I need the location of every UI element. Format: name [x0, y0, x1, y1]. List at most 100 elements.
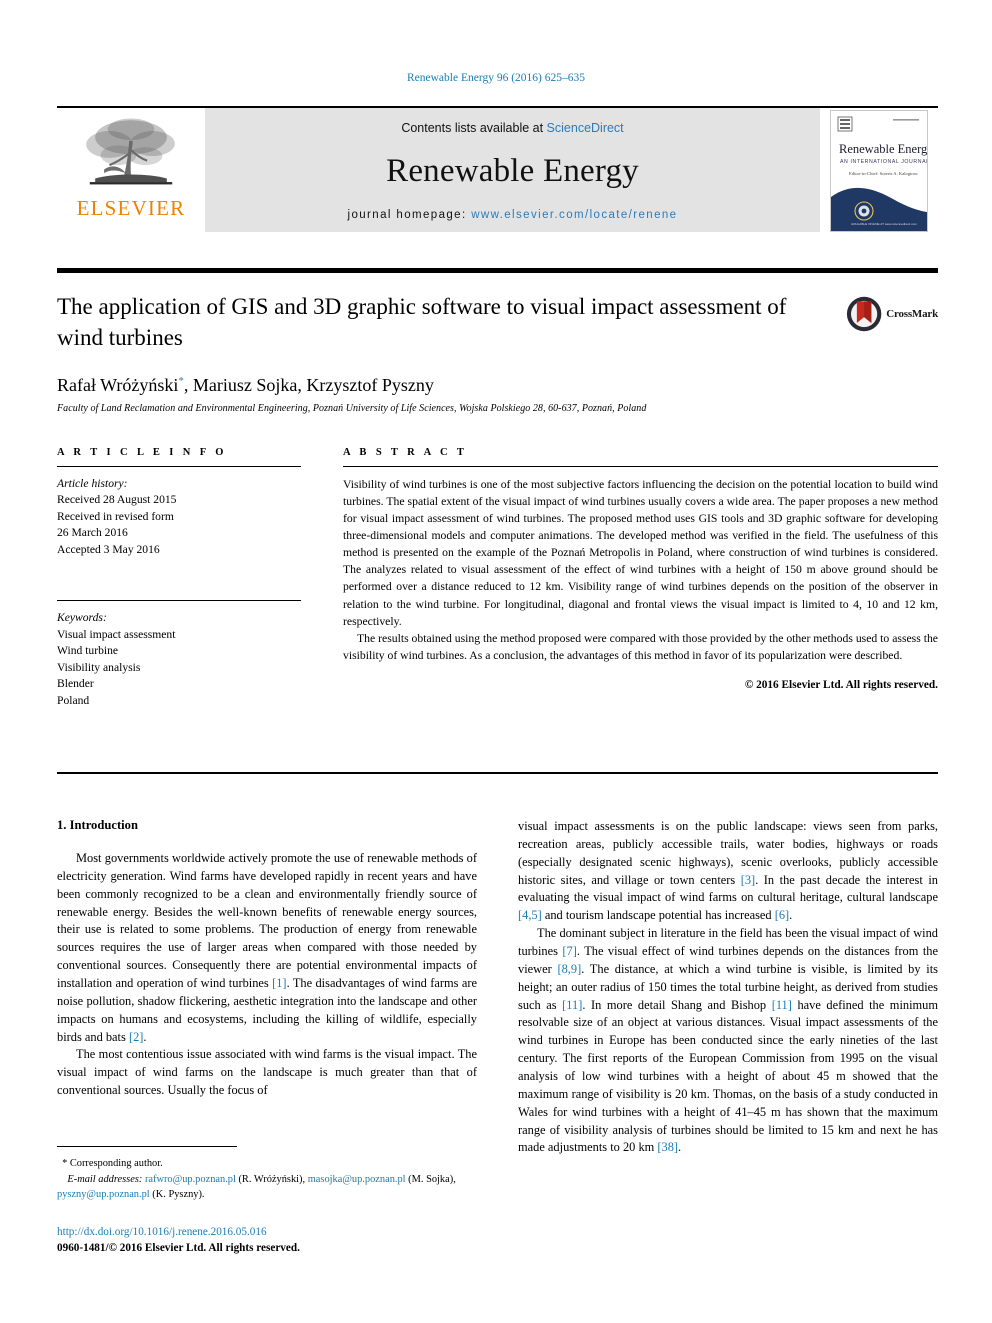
citation-link[interactable]: [11]	[562, 998, 582, 1012]
title-block: The application of GIS and 3D graphic so…	[57, 292, 938, 414]
corresponding-author-note: * Corresponding author.	[57, 1156, 482, 1172]
citation-link[interactable]: [11]	[772, 998, 792, 1012]
issn-copyright-line: 0960-1481/© 2016 Elsevier Ltd. All right…	[57, 1242, 300, 1255]
keyword-item: Wind turbine	[57, 644, 119, 658]
running-head: Renewable Energy 96 (2016) 625–635	[407, 72, 585, 84]
asterisk-icon: *	[62, 1158, 68, 1169]
body-column-gap	[477, 818, 518, 1157]
article-history: Article history: Received 28 August 2015…	[57, 476, 301, 558]
article-info-heading: A R T I C L E I N F O	[57, 447, 227, 458]
keywords-block: Keywords: Visual impact assessment Wind …	[57, 610, 301, 709]
keywords-rule	[57, 600, 301, 602]
intro-left-text: Most governments worldwide actively prom…	[57, 850, 477, 1100]
svg-text:AN INTERNATIONAL JOURNAL: AN INTERNATIONAL JOURNAL	[840, 159, 927, 165]
cover-elsevier-mark	[837, 116, 853, 132]
email-owner: (K. Pyszny).	[149, 1189, 205, 1201]
abstract-paragraph: Visibility of wind turbines is one of th…	[343, 478, 938, 628]
text-run: Most governments worldwide actively prom…	[57, 851, 477, 991]
abstract-column: A B S T R A C T Visibility of wind turbi…	[343, 447, 938, 709]
info-abstract-region: A R T I C L E I N F O Article history: R…	[57, 447, 938, 709]
text-run: have defined the minimum resolvable size…	[518, 997, 938, 1155]
paragraph: The most contentious issue associated wi…	[57, 1047, 477, 1098]
paper-page: Renewable Energy 96 (2016) 625–635 ELSEV…	[0, 0, 992, 1323]
corresponding-author-label: Corresponding author.	[69, 1158, 163, 1169]
body-right-column: visual impact assessments is on the publ…	[518, 818, 938, 1157]
citation-link[interactable]: [7]	[562, 944, 576, 958]
body-left-column: 1. Introduction Most governments worldwi…	[57, 818, 477, 1157]
email-link[interactable]: pyszny@up.poznan.pl	[57, 1189, 150, 1200]
crossmark-label: CrossMark	[886, 308, 938, 320]
journal-cover-wrap: Renewable Energy AN INTERNATIONAL JOURNA…	[820, 108, 938, 232]
citation-link[interactable]: [8,9]	[557, 962, 581, 976]
keyword-item: Visibility analysis	[57, 660, 141, 674]
text-run: and tourism landscape potential has incr…	[541, 908, 775, 923]
email-note: E-mail addresses: rafwro@up.poznan.pl (R…	[57, 1172, 482, 1203]
text-run: .	[789, 908, 793, 923]
svg-text:AVAILABLE ONLINE AT www.scienc: AVAILABLE ONLINE AT www.sciencedirect.co…	[851, 222, 917, 226]
section-title-introduction: 1. Introduction	[57, 818, 138, 832]
journal-masthead: ELSEVIER Contents lists available at Sci…	[57, 108, 938, 232]
doi-block: http://dx.doi.org/10.1016/j.renene.2016.…	[57, 1224, 557, 1256]
elsevier-wordmark: ELSEVIER	[76, 196, 186, 220]
svg-text:Renewable Energy: Renewable Energy	[839, 142, 927, 156]
masthead-center: Contents lists available at ScienceDirec…	[205, 108, 820, 232]
paragraph: visual impact assessments is on the publ…	[518, 818, 938, 925]
email-owner: (R. Wróżyński),	[235, 1173, 308, 1185]
crossmark-badge[interactable]: CrossMark	[846, 292, 938, 336]
sciencedirect-link[interactable]: ScienceDirect	[547, 121, 624, 135]
author-rest: , Mariusz Sojka, Krzysztof Pyszny	[183, 375, 434, 396]
cover-artwork: Renewable Energy AN INTERNATIONAL JOURNA…	[831, 111, 927, 231]
journal-homepage-link[interactable]: www.elsevier.com/locate/renene	[471, 209, 677, 221]
citation-link[interactable]: [2]	[129, 1030, 143, 1044]
body-columns: 1. Introduction Most governments worldwi…	[57, 818, 938, 1157]
paragraph: The dominant subject in literature in th…	[518, 925, 938, 1157]
intro-right-text: visual impact assessments is on the publ…	[518, 818, 938, 1157]
abstract-paragraph: The results obtained using the method pr…	[343, 631, 938, 662]
citation-link[interactable]: [1]	[272, 976, 286, 990]
history-item: Received in revised form	[57, 509, 174, 523]
abstract-rule	[343, 466, 938, 467]
elsevier-tree-icon	[86, 118, 175, 185]
keyword-item: Visual impact assessment	[57, 627, 176, 641]
contents-available-line: Contents lists available at ScienceDirec…	[401, 121, 623, 135]
abstract-copyright: © 2016 Elsevier Ltd. All rights reserved…	[744, 678, 938, 691]
text-run: .	[678, 1140, 682, 1155]
abstract-bottom-rule	[57, 772, 938, 774]
footnote-block: * Corresponding author. E-mail addresses…	[57, 1156, 482, 1203]
email-link[interactable]: rafwro@up.poznan.pl	[145, 1174, 236, 1185]
citation-link[interactable]: [6]	[775, 908, 789, 922]
footnote-rule	[57, 1146, 237, 1147]
abstract-body: Visibility of wind turbines is one of th…	[343, 476, 938, 664]
paragraph: Most governments worldwide actively prom…	[57, 850, 477, 1046]
doi-link[interactable]: http://dx.doi.org/10.1016/j.renene.2016.…	[57, 1224, 557, 1240]
affiliation: Faculty of Land Reclamation and Environm…	[57, 403, 647, 415]
email-link[interactable]: masojka@up.poznan.pl	[308, 1174, 406, 1185]
homepage-prefix: journal homepage:	[347, 209, 472, 221]
article-history-label: Article history:	[57, 477, 128, 490]
citation-link[interactable]: [3]	[741, 873, 755, 887]
column-gap	[301, 447, 343, 709]
email-owner: (M. Sojka),	[405, 1173, 456, 1185]
text-run: . In more detail Shang and Bishop	[582, 997, 772, 1012]
author-first: Rafał Wróżyński	[57, 375, 179, 396]
page-title: The application of GIS and 3D graphic so…	[57, 294, 787, 350]
article-info-column: A R T I C L E I N F O Article history: R…	[57, 447, 301, 709]
contents-prefix: Contents lists available at	[401, 121, 547, 135]
keywords-label: Keywords:	[57, 611, 107, 625]
citation-link[interactable]: [38]	[657, 1140, 678, 1154]
text-run: .	[143, 1029, 147, 1044]
journal-cover-thumbnail: Renewable Energy AN INTERNATIONAL JOURNA…	[830, 110, 928, 232]
keyword-item: Poland	[57, 693, 90, 707]
keyword-item: Blender	[57, 677, 94, 691]
article-info-rule	[57, 466, 301, 467]
abstract-heading: A B S T R A C T	[343, 447, 468, 458]
email-addresses-label: E-mail addresses:	[67, 1173, 143, 1185]
history-item: Accepted 3 May 2016	[57, 542, 160, 556]
journal-homepage-line: journal homepage: www.elsevier.com/locat…	[348, 209, 678, 221]
crossmark-icon	[846, 296, 882, 332]
history-item: 26 March 2016	[57, 526, 128, 540]
elsevier-logo: ELSEVIER	[57, 108, 205, 232]
citation-link[interactable]: [4,5]	[518, 908, 542, 922]
svg-text:Editor-in-Chief: Soteris A. Ka: Editor-in-Chief: Soteris A. Kalogirou	[849, 171, 918, 176]
